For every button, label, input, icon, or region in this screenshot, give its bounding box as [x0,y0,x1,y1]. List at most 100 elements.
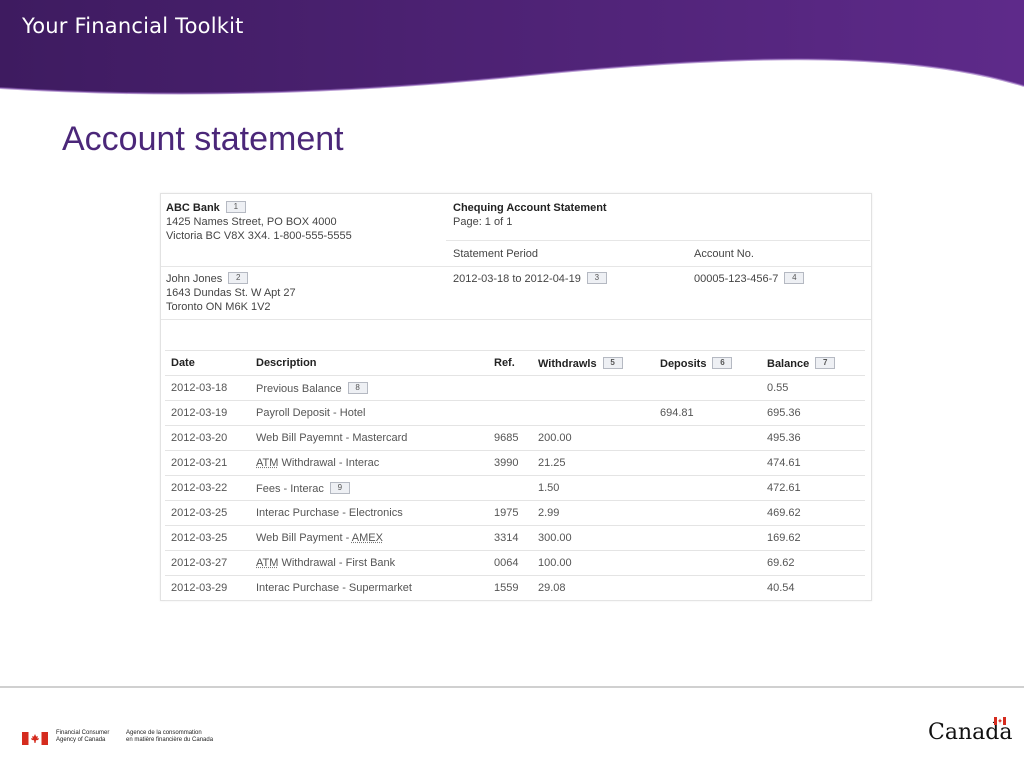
cell-balance: 469.62 [761,500,865,526]
cell-date: 2012-03-20 [165,425,250,451]
cell-withdrawal: 100.00 [532,550,654,576]
cell-withdrawal: 29.08 [532,575,654,601]
description-text: Withdrawal - Interac [278,457,380,469]
col-header-withdrawals: Withdrawls 5 [532,350,654,376]
cell-ref [488,375,532,401]
note-marker[interactable]: 9 [329,481,350,494]
transactions-table: Date Description Ref. Withdrawls 5 Deposi… [165,350,865,601]
period-value: 2012-03-18 to 2012-04-19 [453,273,581,285]
cell-balance: 169.62 [761,525,865,551]
note-marker[interactable]: 2 [228,272,249,284]
footer-divider [0,686,1024,688]
page-title: Account statement [62,120,344,158]
abbreviation[interactable]: ATM [256,557,278,569]
cell-ref [488,400,532,426]
cell-balance: 69.62 [761,550,865,576]
customer-address-line2: Toronto ON M6K 1V2 [166,301,271,313]
cell-deposit [654,500,761,526]
agency-en-line1: Financial Consumer [56,730,110,736]
footer: Financial Consumer Agency of Canada Agen… [0,690,1024,768]
description-text: Fees - Interac [256,482,324,495]
wordmark-flag-icon [994,717,1006,725]
page-count: Page: 1 of 1 [453,216,513,228]
table-row: 2012-03-29 Interac Purchase - Supermarke… [165,575,865,601]
description-text: Withdrawal - First Bank [278,557,396,569]
col-header-deposits: Deposits 6 [654,350,761,376]
table-row: 2012-03-25 Interac Purchase - Electronic… [165,500,865,526]
account-statement: ABC Bank 1 1425 Names Street, PO BOX 4000… [160,193,872,601]
description-text: Previous Balance [256,382,342,395]
cell-withdrawal [532,400,654,426]
cell-description: Previous Balance 8 [250,375,488,401]
cell-date: 2012-03-18 [165,375,250,401]
note-marker[interactable]: 6 [712,356,733,369]
cell-withdrawal: 2.99 [532,500,654,526]
cell-date: 2012-03-29 [165,575,250,601]
cell-date: 2012-03-25 [165,525,250,551]
cell-deposit [654,525,761,551]
table-row: 2012-03-21 ATM Withdrawal - Interac 3990… [165,450,865,476]
col-header-description: Description [250,350,488,376]
cell-deposit [654,425,761,451]
cell-date: 2012-03-19 [165,400,250,426]
col-header-balance: Balance 7 [761,350,865,376]
agency-en-line2: Agency of Canada [56,737,106,743]
cell-withdrawal [532,375,654,401]
period-label: Statement Period [453,248,538,260]
bank-info: ABC Bank 1 1425 Names Street, PO BOX 4000… [166,201,352,243]
note-marker[interactable]: 7 [815,356,836,369]
cell-description: ATM Withdrawal - First Bank [250,550,488,576]
cell-ref: 1975 [488,500,532,526]
agency-fr-line1: Agence de la consommation [126,730,202,736]
abbreviation[interactable]: ATM [256,457,278,469]
statement-period: 2012-03-18 to 2012-04-19 3 [453,272,607,285]
cell-balance: 472.61 [761,475,865,501]
note-marker[interactable]: 8 [347,381,368,394]
bank-address-line1: 1425 Names Street, PO BOX 4000 [166,216,337,228]
cell-date: 2012-03-25 [165,500,250,526]
agency-name-fr: Agence de la consommation en matière fin… [126,730,213,744]
note-marker[interactable]: 3 [586,272,607,284]
table-row: 2012-03-25 Web Bill Payment - AMEX 3314 … [165,525,865,551]
cell-description: Fees - Interac 9 [250,475,488,501]
cell-balance: 0.55 [761,375,865,401]
col-header-date: Date [165,350,250,376]
statement-title: Chequing Account Statement [453,202,607,214]
account-label: Account No. [694,248,754,260]
cell-deposit [654,550,761,576]
cell-deposit [654,375,761,401]
cell-description: Payroll Deposit - Hotel [250,400,488,426]
cell-date: 2012-03-27 [165,550,250,576]
cell-description: Interac Purchase - Supermarket [250,575,488,601]
note-marker[interactable]: 5 [602,356,623,369]
header-banner: Your Financial Toolkit [0,0,1024,110]
cell-deposit [654,450,761,476]
note-marker[interactable]: 4 [784,272,805,284]
cell-ref: 9685 [488,425,532,451]
description-text: Web Bill Payment - [256,532,352,544]
table-row: 2012-03-27 ATM Withdrawal - First Bank 0… [165,550,865,576]
statement-header: Chequing Account Statement Page: 1 of 1 [453,201,607,229]
balance-label: Balance [767,357,810,370]
note-marker[interactable]: 1 [225,201,246,213]
agency-name-en: Financial Consumer Agency of Canada [56,730,109,744]
cell-deposit [654,575,761,601]
abbreviation[interactable]: AMEX [352,532,383,544]
cell-withdrawal: 200.00 [532,425,654,451]
table-row: 2012-03-22 Fees - Interac 9 1.50 472.61 [165,475,865,501]
cell-balance: 695.36 [761,400,865,426]
account-value: 00005-123-456-7 [694,273,779,285]
cell-balance: 495.36 [761,425,865,451]
agency-fr-line2: en matière financière du Canada [126,737,214,743]
customer-name: John Jones [166,273,223,285]
cell-ref [488,475,532,501]
deposits-label: Deposits [660,357,707,370]
cell-description: Web Bill Payment - AMEX [250,525,488,551]
cell-description: Web Bill Payemnt - Mastercard [250,425,488,451]
cell-ref: 0064 [488,550,532,576]
cell-withdrawal: 1.50 [532,475,654,501]
divider [161,266,871,267]
cell-balance: 474.61 [761,450,865,476]
cell-ref: 3314 [488,525,532,551]
divider [446,240,870,241]
